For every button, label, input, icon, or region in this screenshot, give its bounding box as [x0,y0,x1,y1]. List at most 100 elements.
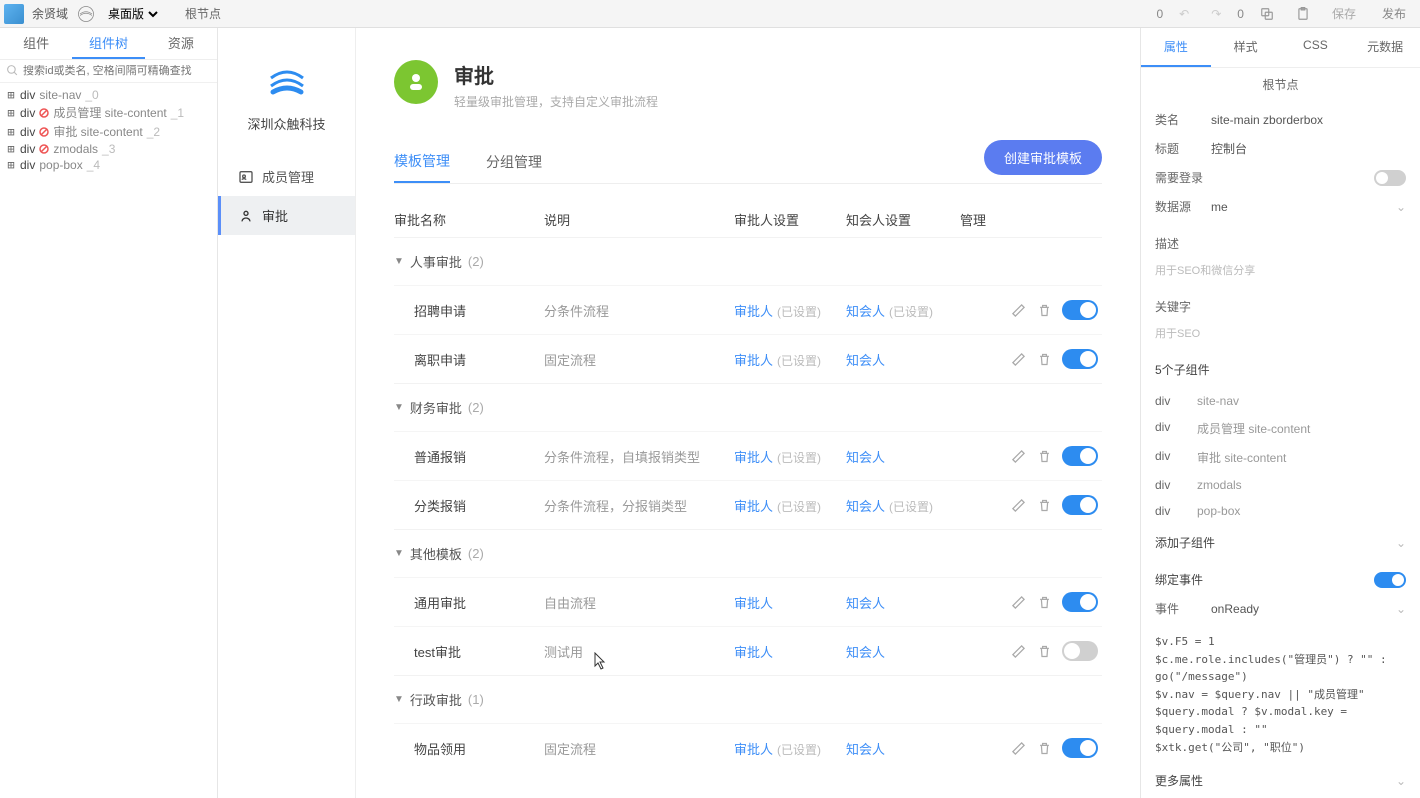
save-button[interactable]: 保存 [1326,3,1362,24]
ptab-style[interactable]: 样式 [1211,28,1281,67]
tab-components[interactable]: 组件 [0,28,72,59]
class-value[interactable]: site-main zborderbox [1211,113,1406,127]
paste-icon[interactable] [1290,5,1316,23]
approver-link[interactable]: 审批人 [734,353,773,368]
event-code[interactable]: $v.F5 = 1 $c.me.role.includes("管理员") ? "… [1141,627,1420,762]
tab-group-manage[interactable]: 分组管理 [486,142,542,182]
edit-icon[interactable] [1010,594,1026,610]
row-name: 通用审批 [394,593,544,612]
child-row[interactable]: divpop-box [1141,498,1420,524]
delete-icon[interactable] [1036,448,1052,464]
enable-toggle[interactable] [1062,446,1098,466]
sidebar-item[interactable]: 成员管理 [218,157,355,196]
expand-icon[interactable]: ⊞ [6,125,16,139]
expand-icon[interactable]: ⊞ [6,142,16,156]
enable-toggle[interactable] [1062,495,1098,515]
notify-link[interactable]: 知会人 [846,596,885,611]
col-name: 审批名称 [394,210,544,229]
canvas: 深圳众触科技 成员管理审批 审批 轻量级审批管理，支持自定义审批流程 模板管理 … [218,28,1140,798]
view-mode-select[interactable]: 桌面版 [104,6,161,22]
ptab-meta[interactable]: 元数据 [1350,28,1420,67]
ptab-props[interactable]: 属性 [1141,28,1211,67]
bind-event-toggle[interactable] [1374,572,1406,588]
approver-link[interactable]: 审批人 [734,304,773,319]
approver-link[interactable]: 审批人 [734,742,773,757]
delete-icon[interactable] [1036,594,1052,610]
delete-icon[interactable] [1036,497,1052,513]
user-avatar[interactable] [4,4,24,24]
undo-icon[interactable]: ↶ [1173,5,1195,23]
search-input[interactable] [23,65,211,77]
delete-icon[interactable] [1036,302,1052,318]
delete-icon[interactable] [1036,740,1052,756]
add-child-row[interactable]: 添加子组件 ⌄ [1155,528,1406,557]
row-desc: 自由流程 [544,593,734,612]
app-logo-icon [76,4,96,24]
enable-toggle[interactable] [1062,738,1098,758]
chevron-down-icon[interactable]: ⌄ [1396,200,1406,214]
tree-node[interactable]: ⊞div成员管理 site-content_1 [0,103,217,122]
sidebar-item[interactable]: 审批 [218,196,355,235]
expand-icon[interactable]: ⊞ [6,158,16,172]
tab-template-manage[interactable]: 模板管理 [394,141,450,183]
enable-toggle[interactable] [1062,641,1098,661]
group-row[interactable]: ▼其他模板(2) [394,529,1102,577]
tree-node[interactable]: ⊞divsite-nav_0 [0,87,217,103]
event-value[interactable]: onReady [1211,602,1396,616]
tree-node[interactable]: ⊞divpop-box_4 [0,157,217,173]
child-row[interactable]: divzmodals [1141,472,1420,498]
notify-link[interactable]: 知会人 [846,645,885,660]
delete-icon[interactable] [1036,643,1052,659]
need-login-toggle[interactable] [1374,170,1406,186]
create-template-button[interactable]: 创建审批模板 [984,140,1102,175]
more-props-row[interactable]: 更多属性 ⌄ [1155,766,1406,795]
enable-toggle[interactable] [1062,300,1098,320]
edit-icon[interactable] [1010,497,1026,513]
tree-node[interactable]: ⊞divzmodals_3 [0,141,217,157]
group-row[interactable]: ▼人事审批(2) [394,237,1102,285]
approver-link[interactable]: 审批人 [734,645,773,660]
keyword-hint: 用于SEO [1141,325,1420,351]
row-desc: 固定流程 [544,350,734,369]
group-row[interactable]: ▼行政审批(1) [394,675,1102,723]
child-row[interactable]: div成员管理 site-content [1141,414,1420,443]
edit-icon[interactable] [1010,448,1026,464]
notify-link[interactable]: 知会人 [846,353,885,368]
enable-toggle[interactable] [1062,349,1098,369]
child-row[interactable]: div审批 site-content [1141,443,1420,472]
ptab-css[interactable]: CSS [1281,28,1351,67]
edit-icon[interactable] [1010,302,1026,318]
toolbar-left: 余贤域 桌面版 根节点 [4,4,221,24]
redo-icon[interactable]: ↷ [1205,5,1227,23]
title-value[interactable]: 控制台 [1211,140,1406,157]
redo-count: 0 [1237,7,1244,21]
prop-needlogin-row: 需要登录 [1155,163,1406,192]
notify-link[interactable]: 知会人 [846,304,885,319]
delete-icon[interactable] [1036,351,1052,367]
expand-icon[interactable]: ⊞ [6,106,16,120]
chevron-down-icon[interactable]: ⌄ [1396,602,1406,616]
table-row: 分类报销分条件流程，分报销类型审批人(已设置)知会人(已设置) [394,480,1102,529]
edit-icon[interactable] [1010,643,1026,659]
inner-content: 审批 轻量级审批管理，支持自定义审批流程 模板管理 分组管理 创建审批模板 审批… [356,28,1140,798]
tab-resources[interactable]: 资源 [145,28,217,59]
child-row[interactable]: divsite-nav [1141,388,1420,414]
approver-link[interactable]: 审批人 [734,499,773,514]
datasource-value[interactable]: me [1211,200,1396,214]
notify-link[interactable]: 知会人 [846,742,885,757]
approver-link[interactable]: 审批人 [734,450,773,465]
edit-icon[interactable] [1010,351,1026,367]
notify-link[interactable]: 知会人 [846,499,885,514]
enable-toggle[interactable] [1062,592,1098,612]
notify-link[interactable]: 知会人 [846,450,885,465]
copy-icon[interactable] [1254,5,1280,23]
row-name: 普通报销 [394,447,544,466]
publish-button[interactable]: 发布 [1372,1,1416,26]
tab-tree[interactable]: 组件树 [72,28,144,59]
edit-icon[interactable] [1010,740,1026,756]
tree-node[interactable]: ⊞div审批 site-content_2 [0,122,217,141]
expand-icon[interactable]: ⊞ [6,88,16,102]
approver-link[interactable]: 审批人 [734,596,773,611]
group-row[interactable]: ▼财务审批(2) [394,383,1102,431]
inner-sidebar: 深圳众触科技 成员管理审批 [218,28,356,798]
